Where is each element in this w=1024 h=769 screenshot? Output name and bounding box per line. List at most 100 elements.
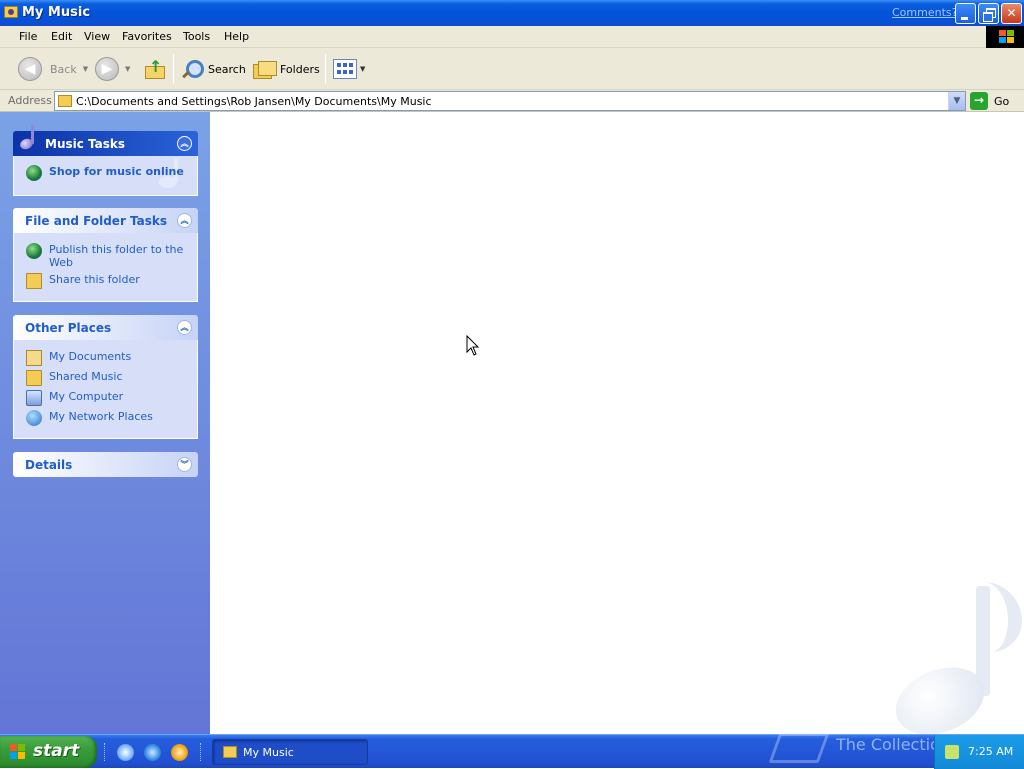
internet-explorer-icon[interactable] — [144, 744, 161, 761]
collapse-icon[interactable]: ︽ — [177, 320, 192, 335]
address-path[interactable]: C:\Documents and Settings\Rob Jansen\My … — [76, 95, 432, 108]
search-icon — [180, 58, 204, 80]
details-title: Details — [25, 458, 73, 472]
music-note-icon — [17, 125, 45, 155]
folders-icon — [252, 58, 277, 80]
place-label: Shared Music — [49, 370, 123, 383]
place-my-network-places[interactable]: My Network Places — [14, 410, 197, 430]
music-tasks-header[interactable]: Music Tasks ︽ — [13, 125, 198, 156]
details-header[interactable]: Details ︾ — [13, 452, 198, 477]
file-folder-tasks-panel: File and Folder Tasks ︽ Publish this fol… — [13, 208, 198, 302]
search-button[interactable]: Search — [180, 55, 246, 83]
minimize-button[interactable] — [955, 3, 976, 24]
taskbar-button-label: My Music — [243, 746, 294, 759]
forward-dropdown-icon[interactable]: ▼ — [125, 65, 130, 73]
task-label: Share this folder — [49, 273, 140, 286]
file-folder-tasks-header[interactable]: File and Folder Tasks ︽ — [13, 208, 198, 233]
menu-edit[interactable]: Edit — [51, 30, 72, 43]
task-publish-folder-web[interactable]: Publish this folder to the Web — [14, 243, 197, 273]
up-button[interactable]: ↑ — [144, 55, 166, 83]
views-icon — [333, 59, 357, 79]
views-button[interactable]: ▼ — [333, 55, 365, 83]
back-button[interactable]: ◀ Back ▼ — [18, 55, 88, 83]
back-dropdown-icon[interactable]: ▼ — [83, 65, 88, 73]
restore-button[interactable] — [978, 3, 999, 24]
system-tray: 7:25 AM — [934, 735, 1024, 769]
toolbar-separator — [173, 54, 174, 84]
taskbar: start My Music The Collection Book 7:25 … — [0, 733, 1024, 769]
other-places-title: Other Places — [25, 321, 112, 335]
network-places-icon — [26, 410, 42, 426]
go-label: Go — [994, 94, 1010, 108]
folders-button[interactable]: Folders — [252, 55, 320, 83]
other-places-header[interactable]: Other Places ︽ — [13, 315, 198, 340]
window-title: My Music — [22, 5, 91, 20]
address-label: Address — [8, 94, 52, 107]
shared-music-icon — [26, 370, 42, 386]
folder-icon — [58, 95, 72, 107]
menu-bar: File Edit View Favorites Tools Help — [0, 26, 1024, 48]
clock[interactable]: 7:25 AM — [968, 745, 1013, 758]
expand-icon[interactable]: ︾ — [177, 457, 192, 472]
music-tasks-body: Shop for music online — [13, 156, 198, 196]
address-bar: Address C:\Documents and Settings\Rob Ja… — [0, 90, 1024, 112]
task-pane: Music Tasks ︽ Shop for music online File… — [0, 112, 210, 734]
start-button[interactable]: start — [0, 736, 97, 768]
task-shop-music-online[interactable]: Shop for music online — [14, 165, 197, 185]
my-computer-icon — [26, 390, 42, 406]
publish-web-icon — [26, 243, 42, 259]
menu-view[interactable]: View — [84, 30, 110, 43]
music-note-watermark-icon — [885, 582, 1024, 747]
details-panel: Details ︾ — [13, 452, 198, 477]
share-folder-icon — [26, 273, 42, 289]
search-label: Search — [208, 62, 246, 76]
go-button[interactable]: → Go — [970, 91, 1022, 111]
show-desktop-icon[interactable] — [117, 744, 134, 761]
address-field[interactable]: C:\Documents and Settings\Rob Jansen\My … — [54, 91, 966, 111]
toolbar-separator — [325, 54, 326, 84]
place-my-computer[interactable]: My Computer — [14, 390, 197, 410]
taskbar-grip[interactable] — [200, 743, 203, 761]
tray-icon[interactable] — [945, 745, 959, 759]
title-bar[interactable]: My Music Comments? ✕ — [0, 0, 1024, 26]
go-arrow-icon: → — [970, 92, 988, 110]
file-folder-tasks-body: Publish this folder to the Web Share thi… — [13, 233, 198, 302]
task-label: Publish this folder to the Web — [49, 243, 184, 269]
file-folder-tasks-title: File and Folder Tasks — [25, 214, 168, 228]
taskbar-button-my-music[interactable]: My Music — [212, 739, 368, 765]
task-label: Shop for music online — [49, 165, 184, 178]
place-my-documents[interactable]: My Documents — [14, 350, 197, 370]
media-player-icon[interactable] — [171, 744, 188, 761]
folder-up-icon: ↑ — [144, 57, 166, 80]
quicklaunch-grip[interactable] — [104, 743, 107, 761]
place-label: My Computer — [49, 390, 124, 403]
address-dropdown-icon[interactable]: ▼ — [948, 92, 965, 110]
file-list-area[interactable] — [210, 112, 1024, 747]
menu-file[interactable]: File — [19, 30, 37, 43]
windows-logo-icon — [986, 26, 1024, 48]
task-share-folder[interactable]: Share this folder — [14, 273, 197, 293]
forward-button[interactable]: ▶ ▼ — [95, 55, 130, 83]
forward-arrow-icon: ▶ — [95, 57, 119, 81]
collapse-icon[interactable]: ︽ — [177, 136, 192, 151]
place-label: My Network Places — [49, 410, 153, 423]
menu-favorites[interactable]: Favorites — [122, 30, 172, 43]
music-tasks-title: Music Tasks — [45, 137, 126, 151]
folders-label: Folders — [280, 62, 320, 76]
place-label: My Documents — [49, 350, 132, 363]
views-dropdown-icon[interactable]: ▼ — [360, 65, 365, 73]
menu-tools[interactable]: Tools — [183, 30, 210, 43]
book-watermark-icon — [768, 733, 830, 763]
other-places-body: My Documents Shared Music My Computer My… — [13, 340, 198, 439]
close-button[interactable]: ✕ — [1001, 3, 1022, 24]
back-arrow-icon: ◀ — [18, 57, 42, 81]
windows-flag-icon — [10, 744, 26, 760]
comments-link[interactable]: Comments? — [892, 6, 957, 19]
back-label: Back — [50, 62, 77, 76]
collapse-icon[interactable]: ︽ — [177, 213, 192, 228]
globe-icon — [26, 165, 42, 181]
my-documents-icon — [26, 350, 42, 366]
folder-icon — [223, 746, 237, 758]
menu-help[interactable]: Help — [224, 30, 249, 43]
place-shared-music[interactable]: Shared Music — [14, 370, 197, 390]
